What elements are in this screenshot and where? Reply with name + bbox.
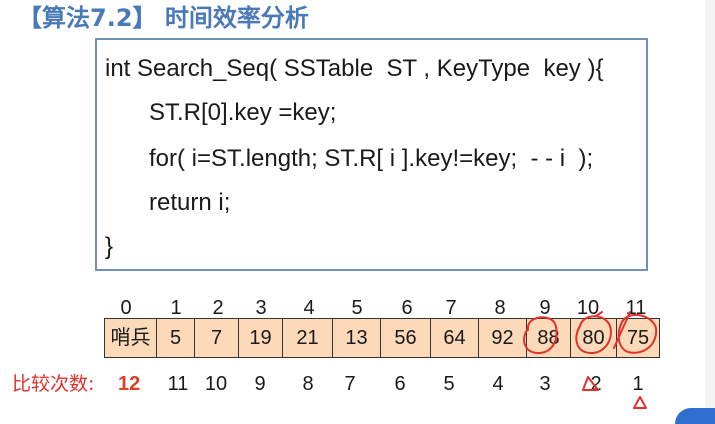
comparison-count-highlight: 12 — [118, 373, 141, 395]
comparison-count: 8 — [302, 373, 314, 395]
code-block: int Search_Seq( SSTable ST , KeyType key… — [95, 38, 648, 271]
code-line-for-loop: for( i=ST.length; ST.R[ i ].key!=key; - … — [149, 145, 594, 172]
code-line-sentinel: ST.R[0].key =key; — [149, 99, 337, 126]
comparison-count: 5 — [443, 373, 455, 395]
array-cell: 5 — [156, 318, 194, 358]
slide-title: 【算法7.2】 时间效率分析 — [18, 4, 309, 32]
code-line-signature: int Search_Seq( SSTable ST , KeyType key… — [105, 55, 604, 82]
comparison-count: 10 — [204, 373, 228, 395]
comparison-count: 3 — [539, 373, 551, 395]
array-cell: 56 — [380, 318, 430, 358]
array-index: 11 — [625, 297, 647, 319]
array-cell: 7 — [194, 318, 238, 358]
array-cell: 21 — [282, 318, 332, 358]
array-index: 2 — [212, 297, 224, 319]
comparison-count-label: 比较次数: — [12, 373, 95, 395]
comparison-count: 11 — [167, 373, 189, 395]
array-index: 0 — [120, 297, 132, 319]
array-cell: 80 — [570, 318, 616, 358]
array-cell: 19 — [238, 318, 282, 358]
array-table: 哨兵 5 7 19 21 13 56 64 92 88 80 75 — [104, 318, 660, 358]
comparison-count: 9 — [254, 373, 266, 395]
code-line-closing-brace: } — [105, 233, 114, 260]
comparison-count: 7 — [344, 373, 356, 395]
array-cell: 13 — [332, 318, 380, 358]
comparison-count: 4 — [492, 373, 504, 395]
array-cell: 64 — [430, 318, 478, 358]
array-index: 10 — [576, 297, 600, 319]
array-index: 3 — [255, 297, 267, 319]
side-scrollbar[interactable] — [705, 0, 715, 424]
array-index: 7 — [445, 297, 457, 319]
floating-widget-edge[interactable] — [675, 408, 715, 424]
array-index: 5 — [351, 297, 363, 319]
array-cell-sentinel: 哨兵 — [104, 318, 156, 358]
array-index: 4 — [303, 297, 315, 319]
comparison-count: 1 — [632, 373, 644, 395]
array-index: 1 — [170, 297, 182, 319]
array-cell: 75 — [616, 318, 660, 358]
comparison-count: 6 — [394, 373, 406, 395]
array-cell: 92 — [478, 318, 526, 358]
array-cell: 88 — [526, 318, 570, 358]
triangle-annotation-1 — [633, 396, 647, 409]
array-index: 9 — [539, 297, 551, 319]
code-line-return: return i; — [149, 189, 231, 216]
array-index: 6 — [401, 297, 413, 319]
comparison-count: 2 — [590, 373, 602, 395]
array-index: 8 — [494, 297, 506, 319]
